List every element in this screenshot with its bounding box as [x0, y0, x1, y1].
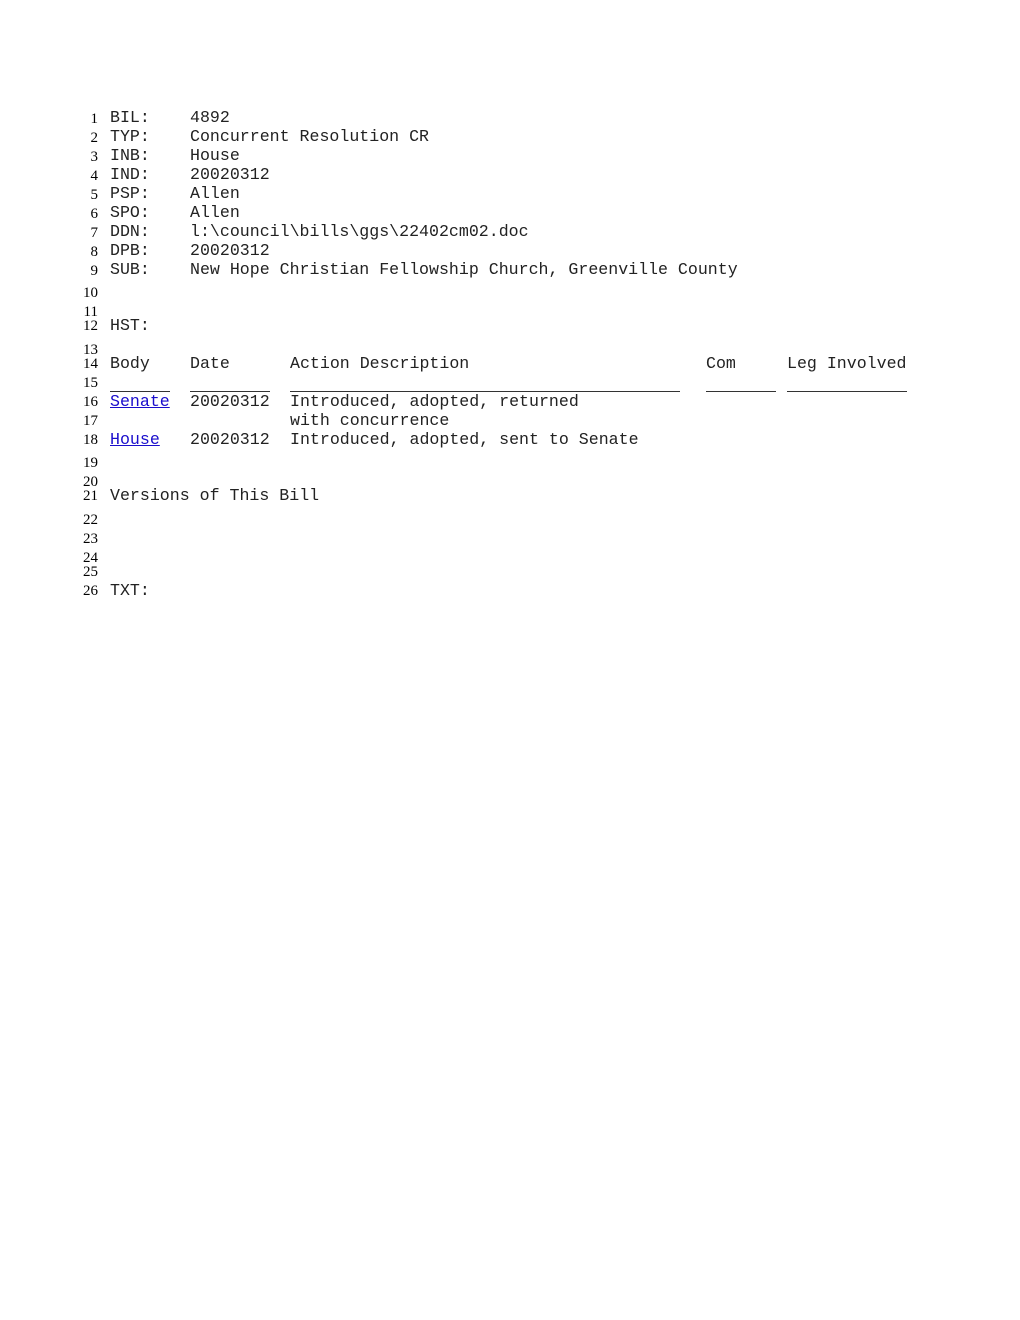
field-label-ind: IND: — [110, 165, 150, 184]
row-action: Introduced, adopted, sent to Senate — [290, 430, 639, 449]
field-value-sub: New Hope Christian Fellowship Church, Gr… — [190, 260, 738, 279]
line-number: 16 — [83, 394, 98, 410]
body-link-senate[interactable]: Senate — [110, 393, 170, 411]
row-date: 20020312 — [190, 430, 270, 449]
line-number: 5 — [90, 187, 99, 203]
field-label-bil: BIL: — [110, 108, 150, 127]
column-rule-leg-involved — [787, 390, 907, 392]
field-label-inb: INB: — [110, 146, 150, 165]
line-number: 9 — [90, 263, 99, 279]
line-number: 18 — [83, 432, 98, 448]
line-number: 23 — [83, 531, 98, 547]
row-date: 20020312 — [190, 392, 270, 411]
field-label-typ: TYP: — [110, 127, 150, 146]
column-rule-com — [706, 390, 776, 392]
column-header-body: Body — [110, 354, 150, 373]
column-header-com: Com — [706, 354, 736, 373]
line-number: 15 — [83, 375, 98, 391]
field-value-typ: Concurrent Resolution CR — [190, 127, 429, 146]
field-label-sub: SUB: — [110, 260, 150, 279]
line-number: 8 — [90, 244, 99, 260]
field-label-ddn: DDN: — [110, 222, 150, 241]
line-number: 4 — [90, 168, 99, 184]
row-action: Introduced, adopted, returned — [290, 392, 579, 411]
line-number: 26 — [83, 583, 98, 599]
history-label: HST: — [110, 316, 150, 335]
line-number: 7 — [90, 225, 99, 241]
line-number: 12 — [83, 318, 98, 334]
line-number: 10 — [83, 285, 98, 301]
line-number: 22 — [83, 512, 98, 528]
field-value-ddn: l:\council\bills\ggs\22402cm02.doc — [190, 222, 529, 241]
column-header-date: Date — [190, 354, 230, 373]
field-label-dpb: DPB: — [110, 241, 150, 260]
field-value-psp: Allen — [190, 184, 240, 203]
line-number: 6 — [90, 206, 99, 222]
body-link-house[interactable]: House — [110, 431, 160, 449]
line-number: 25 — [83, 564, 98, 580]
line-number: 1 — [90, 111, 99, 127]
field-label-spo: SPO: — [110, 203, 150, 222]
column-header-action: Action Description — [290, 354, 470, 373]
field-value-dpb: 20020312 — [190, 241, 270, 260]
line-number: 19 — [83, 455, 98, 471]
field-value-spo: Allen — [190, 203, 240, 222]
line-number: 3 — [90, 149, 99, 165]
line-number: 2 — [90, 130, 99, 146]
field-value-inb: House — [190, 146, 240, 165]
line-number: 21 — [83, 488, 98, 504]
row-action-continued: with concurrence — [290, 411, 450, 430]
text-label: TXT: — [110, 581, 150, 600]
field-label-psp: PSP: — [110, 184, 150, 203]
field-value-bil: 4892 — [190, 108, 230, 127]
versions-heading: Versions of This Bill — [110, 486, 320, 505]
column-header-leg-involved: Leg Involved — [787, 354, 907, 373]
field-value-ind: 20020312 — [190, 165, 270, 184]
line-number: 17 — [83, 413, 98, 429]
line-number: 14 — [83, 356, 98, 372]
